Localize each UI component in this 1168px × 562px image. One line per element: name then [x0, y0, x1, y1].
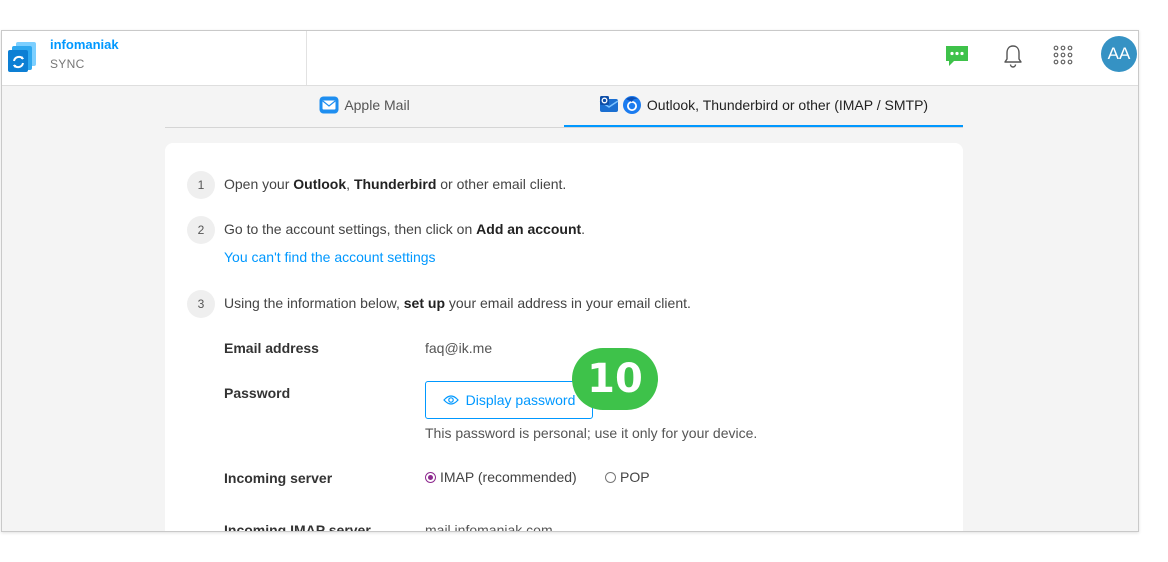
- radio-imap[interactable]: IMAP (recommended): [425, 469, 577, 485]
- radio-imap-label: IMAP (recommended): [440, 469, 577, 485]
- product-name: SYNC: [50, 57, 85, 71]
- outlook-icon: [599, 96, 619, 112]
- tab-apple-mail[interactable]: Apple Mail: [165, 85, 564, 125]
- chat-icon[interactable]: [942, 41, 972, 71]
- password-note: This password is personal; use it only f…: [425, 425, 758, 441]
- account-settings-help-link[interactable]: You can't find the account settings: [224, 249, 436, 265]
- incoming-server-label: Incoming server: [224, 470, 333, 486]
- tab-apple-mail-label: Apple Mail: [344, 97, 410, 113]
- apple-mail-icon: [319, 96, 339, 114]
- bell-icon[interactable]: [998, 41, 1028, 71]
- tab-outlook-label: Outlook, Thunderbird or other (IMAP / SM…: [646, 97, 929, 113]
- password-label: Password: [224, 385, 291, 401]
- brand-name: infomaniak: [50, 37, 119, 52]
- apps-grid-icon[interactable]: [1048, 41, 1078, 71]
- step-1-text: Open your Outlook, Thunderbird or other …: [224, 176, 567, 192]
- step-2-text: Go to the account settings, then click o…: [224, 221, 586, 237]
- display-password-button[interactable]: Display password: [425, 381, 593, 419]
- email-label: Email address: [224, 340, 319, 356]
- display-password-label: Display password: [465, 392, 576, 408]
- thunderbird-icon: [622, 96, 641, 114]
- setup-card: 1 Open your Outlook, Thunderbird or othe…: [165, 143, 963, 532]
- eye-icon: [442, 395, 459, 405]
- imap-server-label: Incoming IMAP server: [224, 522, 371, 532]
- step-number-2: 2: [187, 216, 215, 244]
- radio-pop[interactable]: POP: [605, 469, 650, 485]
- step-3-text: Using the information below, set up your…: [224, 295, 691, 311]
- brand-area[interactable]: infomaniak SYNC: [2, 31, 307, 85]
- radio-imap-indicator[interactable]: [425, 471, 436, 483]
- step-number-1: 1: [187, 171, 215, 199]
- avatar[interactable]: AA: [1101, 36, 1137, 72]
- sync-logo-icon: [8, 42, 36, 72]
- radio-pop-indicator[interactable]: [605, 471, 616, 483]
- email-value: faq@ik.me: [425, 340, 493, 356]
- step-number-3: 3: [187, 290, 215, 318]
- tab-outlook-thunderbird[interactable]: Outlook, Thunderbird or other (IMAP / SM…: [564, 85, 963, 127]
- radio-pop-label: POP: [620, 469, 650, 485]
- app-window: infomaniak SYNC AA Apple Mail Outlook, T…: [1, 30, 1139, 532]
- client-tabs: Apple Mail Outlook, Thunderbird or other…: [165, 85, 963, 128]
- step-annotation-badge: 10: [572, 348, 658, 410]
- top-bar: infomaniak SYNC AA: [2, 31, 1138, 86]
- imap-server-value: mail.infomaniak.com: [425, 522, 553, 532]
